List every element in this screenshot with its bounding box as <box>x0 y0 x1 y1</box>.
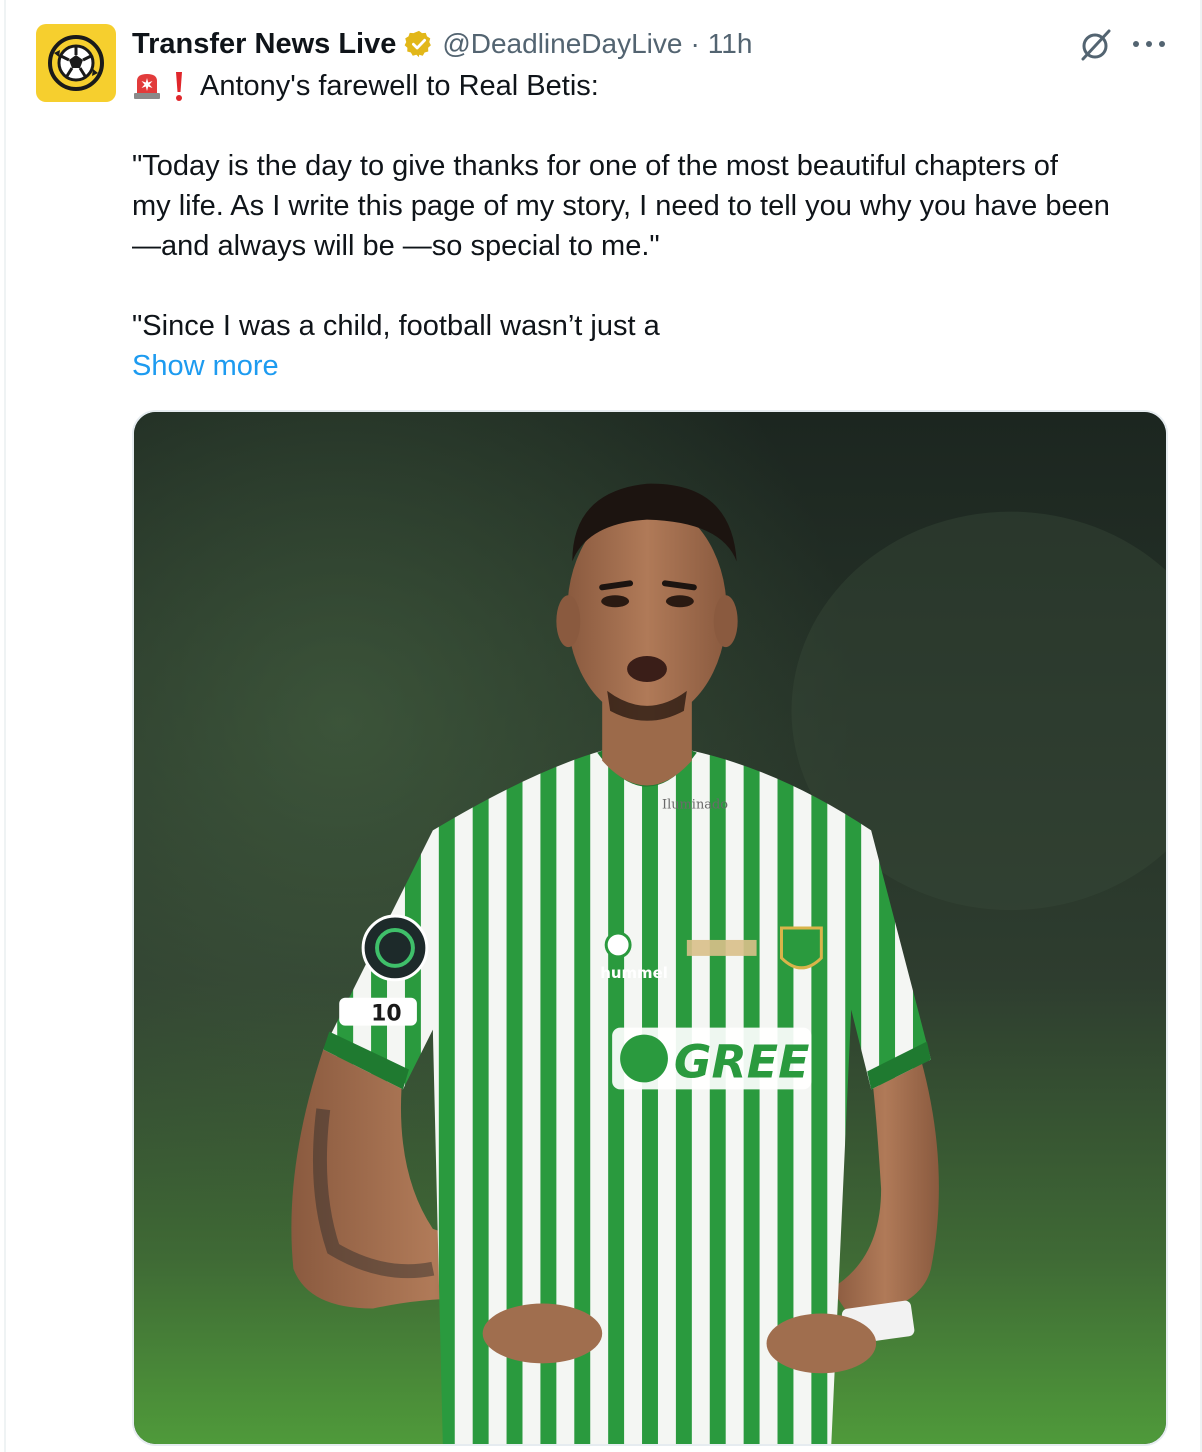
collar-print-text: Iluminado <box>662 797 728 812</box>
quote-line: "Since I was a child, football wasn’t ju… <box>132 310 660 342</box>
show-more-link[interactable]: Show more <box>132 346 1172 386</box>
quote-line: my life. As I write this page of my stor… <box>132 190 1110 222</box>
header-separator: · <box>690 28 700 59</box>
verified-gold-badge-icon[interactable] <box>404 29 434 59</box>
sleeve-badge-text: 10 <box>371 1002 402 1027</box>
quote-line: "Today is the day to give thanks for one… <box>132 150 1058 182</box>
tweet-headline: Antony's farewell to Real Betis: <box>200 70 599 102</box>
kit-brand-text: hummel <box>600 964 668 982</box>
grok-icon[interactable] <box>1078 27 1114 63</box>
kit-sponsor-text: GREE <box>674 1034 809 1088</box>
soccer-ball-logo-icon <box>48 35 104 91</box>
tweet-text: Antony's farewell to Real Betis: "Today … <box>132 66 1172 386</box>
quote-line: —and always will be —so special to me." <box>132 230 660 262</box>
more-options-icon[interactable] <box>1130 30 1168 58</box>
police-siren-emoji-icon <box>134 74 160 99</box>
player-photo: GREE hummel 10 Iluminado <box>134 412 1166 1444</box>
avatar[interactable] <box>36 24 116 102</box>
timestamp[interactable]: 11h <box>708 28 753 60</box>
timeline-border-left <box>4 0 6 1452</box>
tweet-media-photo[interactable]: GREE hummel 10 Iluminado <box>132 410 1168 1446</box>
account-name[interactable]: Transfer News Live <box>132 28 396 61</box>
red-exclamation-emoji-icon <box>176 72 182 101</box>
account-handle[interactable]: @DeadlineDayLive <box>442 28 682 60</box>
tweet-header: Transfer News Live @DeadlineDayLive · 11… <box>132 24 752 64</box>
